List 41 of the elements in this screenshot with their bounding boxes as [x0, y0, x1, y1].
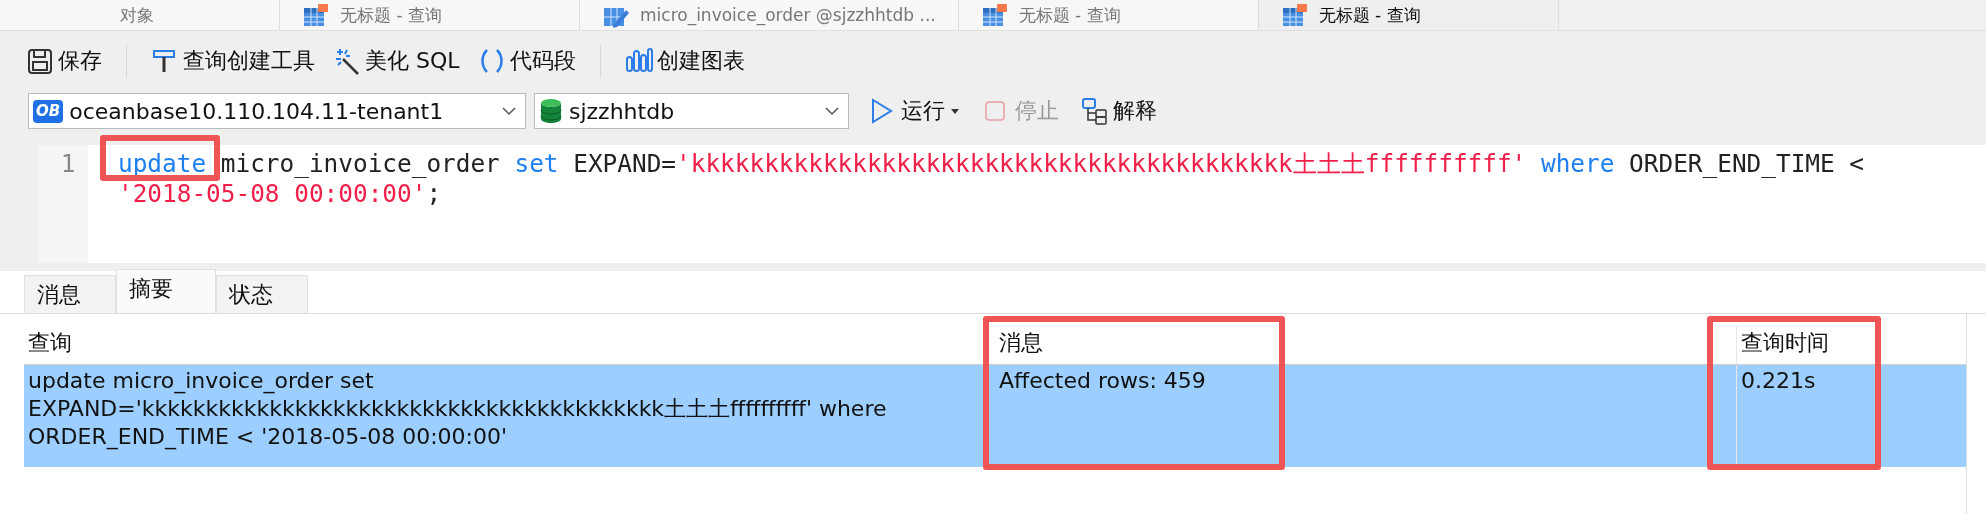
bar-chart-icon	[624, 47, 653, 75]
column-header[interactable]: 消息	[999, 330, 1043, 355]
code-line: update micro_invoice_order set EXPAND='kkkkkkkkkkkkkkkkkkkkkkkkkkkkkkkkkkkkkkkkk土土土ffffffffff' where ORDER_END_TIME <	[118, 149, 1865, 179]
result-tab[interactable]: 摘要	[116, 269, 216, 313]
builder-button[interactable]: 查询创建工具	[149, 44, 317, 78]
caret-icon	[949, 106, 961, 116]
table-cell-text: 0.221s	[1741, 367, 1817, 395]
save-button[interactable]: 保存	[24, 44, 104, 78]
document-tab[interactable]: 对象	[0, 0, 280, 30]
table-cell-text: Affected rows: 459	[999, 367, 1207, 395]
table-cell-text: update micro_invoice_order set	[28, 367, 375, 395]
table-row[interactable]: update micro_invoice_order set EXPAND='kkkkkkkkkkkkkkkkkkkkkkkkkkkkkkkkkkkkkkkkk土土土ffffffffff' where ORDER_END_TIME < '2018-05-08 00:00:00' Affected rows: 459 0.221s	[24, 364, 1966, 467]
chevron-down-icon	[824, 104, 840, 118]
explain-button[interactable]: 解释	[1079, 94, 1159, 128]
chevron-down-icon	[501, 104, 517, 118]
document-tab[interactable]: 无标题 - 查询	[280, 0, 580, 30]
database-icon	[539, 97, 563, 125]
oceanbase-logo: OB	[33, 99, 64, 123]
save-icon	[26, 47, 54, 75]
diagram-icon	[1081, 97, 1109, 125]
magic-wand-icon	[333, 47, 361, 75]
table-icon	[980, 2, 1009, 28]
table-icon	[1280, 2, 1309, 28]
code-area[interactable]: update micro_invoice_order set EXPAND='kkkkkkkkkkkkkkkkkkkkkkkkkkkkkkkkkkkkkkkkk土土土ffffffffff' where ORDER_END_TIME < '2018-05-08 00:00:00';	[88, 145, 1986, 263]
column-header[interactable]: 查询时间	[1741, 330, 1829, 355]
database-dropdown[interactable]: sjzzhhtdb	[534, 93, 849, 129]
column-header[interactable]: 查询	[28, 330, 72, 355]
document-tab[interactable]: 无标题 - 查询	[958, 0, 1259, 30]
table-cell-text: ORDER_END_TIME < '2018-05-08 00:00:00'	[28, 423, 508, 451]
chart-button[interactable]: 创建图表	[622, 44, 747, 78]
document-tab[interactable]: micro_invoice_order @sjzzhhtdb ...	[580, 0, 959, 30]
line-number: 1	[60, 149, 76, 178]
result-tab[interactable]: 状态	[216, 275, 308, 313]
snippet-button[interactable]: 代码段	[475, 44, 578, 78]
table-cell-text: EXPAND='kkkkkkkkkkkkkkkkkkkkkkkkkkkkkkkkkkkkkkkkk土土土ffffffffff' where	[28, 395, 888, 423]
connection-dropdown[interactable]: OB oceanbase10.110.104.11-tenant1	[28, 93, 526, 129]
code-line: '2018-05-08 00:00:00';	[118, 179, 442, 209]
result-tab[interactable]: 消息	[24, 275, 116, 313]
table-icon	[302, 2, 330, 28]
beautify-button[interactable]: 美化 SQL	[331, 44, 462, 78]
run-button[interactable]: 运行	[867, 94, 963, 128]
